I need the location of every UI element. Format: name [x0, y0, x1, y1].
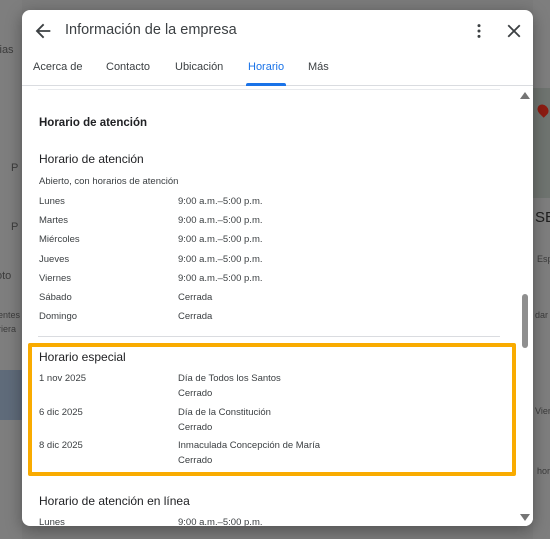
- background-text: dar: [535, 310, 549, 320]
- tab-ubicacion[interactable]: Ubicación: [175, 61, 223, 73]
- day-label: Lunes: [39, 517, 65, 526]
- day-hours: 9:00 a.m.–5:00 p.m.: [178, 234, 263, 245]
- special-status: Cerrado: [178, 388, 213, 399]
- background-text: P: [11, 221, 19, 233]
- background-text: oto: [0, 270, 12, 282]
- regular-hours-title: Horario de atención: [39, 152, 144, 166]
- day-label: Martes: [39, 215, 69, 226]
- day-hours: 9:00 a.m.–5:00 p.m.: [178, 254, 263, 265]
- special-hours-title: Horario especial: [39, 350, 126, 364]
- status-note: Abierto, con horarios de atención: [39, 176, 179, 187]
- day-hours: Cerrada: [178, 292, 213, 303]
- special-date: 8 dic 2025: [39, 440, 83, 451]
- day-hours: 9:00 a.m.–5:00 p.m.: [178, 273, 263, 284]
- background-text: SEC: [535, 209, 550, 226]
- close-icon: [507, 24, 521, 38]
- close-button[interactable]: [503, 20, 525, 42]
- hours-content: Horario de atención Horario de atención …: [22, 86, 533, 526]
- tab-contacto[interactable]: Contacto: [106, 61, 150, 73]
- tab-bar: Acerca de Contacto Ubicación Horario Más: [22, 52, 533, 86]
- special-name: Inmaculada Concepción de María: [178, 440, 321, 451]
- dialog-header: Información de la empresa: [22, 10, 533, 52]
- day-label: Domingo: [39, 311, 78, 322]
- background-photo-thumbnail: [0, 370, 22, 420]
- scrollbar-thumb[interactable]: [522, 294, 528, 348]
- tab-acerca-de[interactable]: Acerca de: [33, 61, 83, 73]
- background-text: hor: [537, 466, 550, 476]
- background-text: P: [11, 162, 19, 174]
- divider: [38, 89, 500, 90]
- section-title: Horario de atención: [39, 117, 147, 129]
- scroll-up-arrow-icon[interactable]: [520, 92, 530, 99]
- dialog-title: Información de la empresa: [65, 22, 237, 38]
- back-button[interactable]: [32, 20, 54, 42]
- day-label: Lunes: [39, 196, 65, 207]
- background-text: riera: [0, 324, 17, 334]
- background-text: entes: [0, 310, 21, 320]
- day-hours: Cerrada: [178, 311, 213, 322]
- background-text: Vier: [535, 406, 550, 416]
- arrow-back-icon: [35, 23, 51, 39]
- special-name: Día de la Constitución: [178, 407, 271, 418]
- background-right-strip: [533, 0, 550, 539]
- day-hours: 9:00 a.m.–5:00 p.m.: [178, 215, 263, 226]
- tab-horario[interactable]: Horario: [248, 61, 284, 73]
- day-label: Jueves: [39, 254, 70, 265]
- special-date: 1 nov 2025: [39, 373, 87, 384]
- online-hours-title: Horario de atención en línea: [39, 494, 190, 508]
- divider: [38, 336, 500, 337]
- background-text: Esp: [537, 254, 550, 264]
- day-label: Viernes: [39, 273, 72, 284]
- more-options-button[interactable]: [469, 20, 489, 42]
- special-status: Cerrado: [178, 422, 213, 433]
- background-text: cias: [0, 44, 14, 56]
- tab-mas[interactable]: Más: [308, 61, 329, 73]
- special-name: Día de Todos los Santos: [178, 373, 281, 384]
- more-vert-icon: [477, 24, 481, 38]
- business-info-dialog: Información de la empresa Acerca de Cont…: [22, 10, 533, 526]
- day-label: Sábado: [39, 292, 72, 303]
- day-hours: 9:00 a.m.–5:00 p.m.: [178, 517, 263, 526]
- special-date: 6 dic 2025: [39, 407, 83, 418]
- scroll-down-arrow-icon[interactable]: [520, 514, 530, 521]
- day-hours: 9:00 a.m.–5:00 p.m.: [178, 196, 263, 207]
- day-label: Miércoles: [39, 234, 80, 245]
- special-status: Cerrado: [178, 455, 213, 466]
